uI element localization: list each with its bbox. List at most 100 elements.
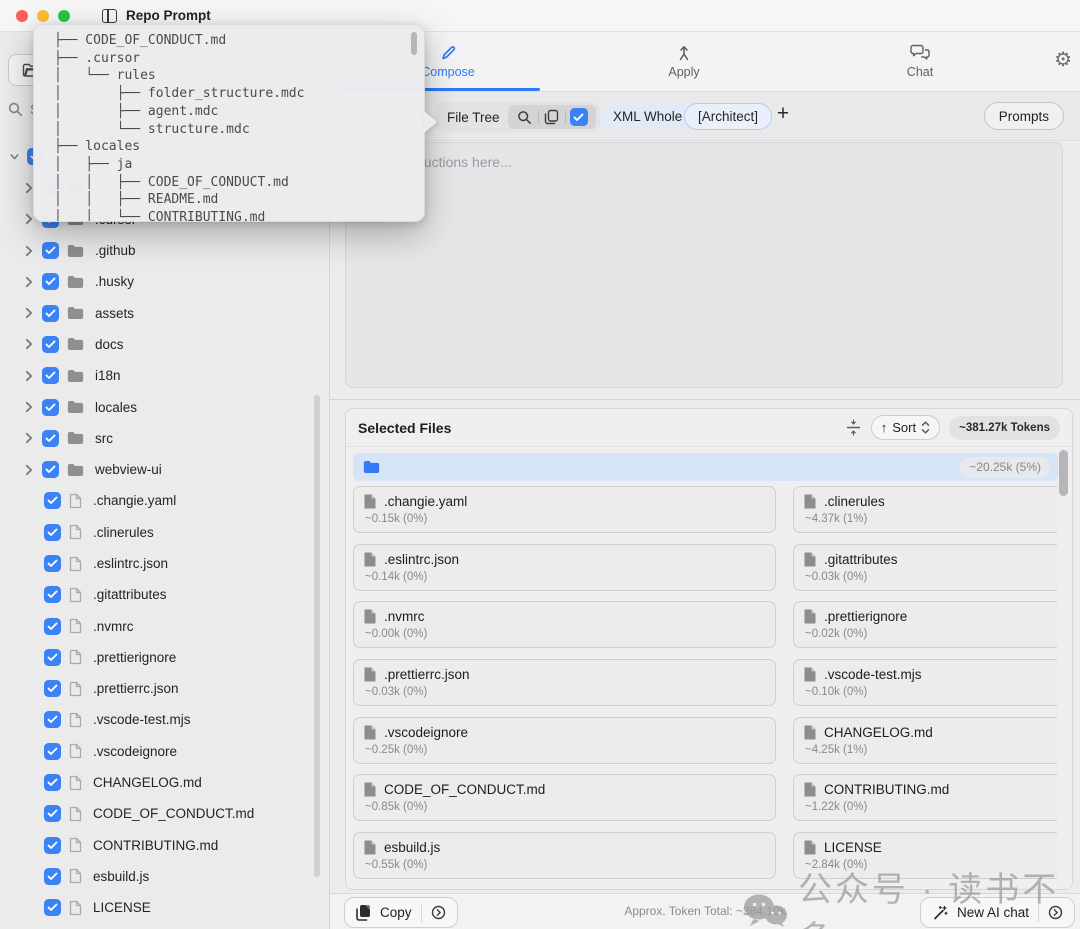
file-tree-checkbox[interactable] [566,106,592,128]
close-traffic-light[interactable] [16,10,28,22]
xml-whole-pill[interactable]: XML Whole [600,103,695,130]
checkbox-checked[interactable] [44,555,61,572]
file-card[interactable]: CONTRIBUTING.md ~1.22k (0%) [793,774,1057,821]
checkbox-checked[interactable] [44,586,61,603]
tree-row-folder[interactable]: i18n [0,360,329,391]
tree-row-file[interactable]: CONTRIBUTING.md [0,830,329,861]
chevron-right-icon[interactable] [25,338,34,350]
chevron-right-icon[interactable] [25,401,34,413]
prompts-button[interactable]: Prompts [984,102,1064,130]
checkbox-checked[interactable] [42,336,59,353]
checkbox-checked[interactable] [42,367,59,384]
file-card-tokens: ~0.03k (0%) [805,571,1057,583]
tree-item-label: .vscode-test.mjs [93,712,191,727]
tree-row-folder[interactable]: src [0,423,329,454]
tree-row-file[interactable]: .gitattributes [0,579,329,610]
new-ai-chat-button[interactable]: New AI chat [920,897,1075,928]
tab-chat[interactable]: Chat [802,32,1038,91]
checkbox-checked[interactable] [42,430,59,447]
checkbox-checked[interactable] [44,899,61,916]
copy-button[interactable]: Copy [344,897,458,928]
chevron-right-icon[interactable] [25,245,34,257]
file-tree-pill[interactable]: File Tree [436,102,600,132]
tree-row-file[interactable]: .eslintrc.json [0,548,329,579]
tree-row-file[interactable]: .prettierignore [0,642,329,673]
tree-row-file[interactable]: .nvmrc [0,610,329,641]
tree-row-folder[interactable]: locales [0,391,329,422]
file-card[interactable]: .gitattributes ~0.03k (0%) [793,544,1057,591]
checkbox-checked[interactable] [44,743,61,760]
search-icon[interactable] [512,106,538,128]
tree-row-file[interactable]: CHANGELOG.md [0,767,329,798]
checkbox-checked[interactable] [44,649,61,666]
checkbox-checked[interactable] [42,273,59,290]
tree-row-folder[interactable]: assets [0,297,329,328]
file-card-tokens: ~0.14k (0%) [365,571,765,583]
checkbox-checked[interactable] [44,837,61,854]
sort-button[interactable]: ↑ Sort [871,415,940,440]
file-card[interactable]: CHANGELOG.md ~4.25k (1%) [793,717,1057,764]
tree-row-file[interactable]: .vscode-test.mjs [0,704,329,735]
checkbox-checked[interactable] [42,305,59,322]
tree-row-file[interactable]: esbuild.js [0,861,329,892]
architect-pill[interactable]: [Architect] [684,103,772,130]
document-filled-icon [804,840,816,855]
root-folder-row-selected[interactable]: ~20.25k (5%) [353,453,1058,481]
file-card[interactable]: esbuild.js ~0.55k (0%) [353,832,776,879]
chevron-right-icon[interactable] [25,307,34,319]
checkbox-checked[interactable] [42,242,59,259]
file-card[interactable]: .vscodeignore ~0.25k (0%) [353,717,776,764]
file-card[interactable]: .nvmrc ~0.00k (0%) [353,601,776,648]
checkbox-checked[interactable] [44,774,61,791]
checkbox-checked[interactable] [44,680,61,697]
copy-options-icon[interactable] [431,905,446,920]
settings-gear-icon[interactable]: ⚙ [1054,50,1072,70]
tree-row-file[interactable]: .vscodeignore [0,736,329,767]
checkbox-checked[interactable] [44,805,61,822]
chevron-right-icon[interactable] [25,464,34,476]
file-card[interactable]: .changie.yaml ~0.15k (0%) [353,486,776,533]
zoom-traffic-light[interactable] [58,10,70,22]
file-card[interactable]: .prettierrc.json ~0.03k (0%) [353,659,776,706]
popover-tree-line: │ └── rules [54,67,424,85]
tree-row-file[interactable]: .prettierrc.json [0,673,329,704]
checkbox-checked[interactable] [44,868,61,885]
folder-icon [67,463,84,477]
tree-row-file[interactable]: CODE_OF_CONDUCT.md [0,798,329,829]
checkbox-checked[interactable] [42,399,59,416]
split-view-icon[interactable] [845,419,862,436]
minimize-traffic-light[interactable] [37,10,49,22]
checkbox-checked[interactable] [42,461,59,478]
file-card[interactable]: LICENSE ~2.84k (0%) [793,832,1057,879]
copy-pages-icon[interactable] [539,106,565,128]
popover-scrollbar-thumb[interactable] [411,32,417,55]
tree-row-folder[interactable]: .github [0,235,329,266]
checkbox-checked[interactable] [44,711,61,728]
tab-apply[interactable]: Apply [566,32,802,91]
sidebar-scrollbar-thumb[interactable] [314,395,320,877]
chat-options-icon[interactable] [1048,905,1063,920]
chevron-right-icon[interactable] [25,370,34,382]
file-card[interactable]: .clinerules ~4.37k (1%) [793,486,1057,533]
file-card[interactable]: CODE_OF_CONDUCT.md ~0.85k (0%) [353,774,776,821]
tree-row-file[interactable]: .changie.yaml [0,485,329,516]
tree-row-file[interactable]: LICENSE [0,892,329,923]
file-card[interactable]: .eslintrc.json ~0.14k (0%) [353,544,776,591]
folder-icon [67,244,84,258]
tree-row-folder[interactable]: webview-ui [0,454,329,485]
tree-row-folder[interactable]: docs [0,329,329,360]
chevron-right-icon[interactable] [25,276,34,288]
checkbox-checked[interactable] [44,618,61,635]
tree-row-folder[interactable]: .husky [0,266,329,297]
checkbox-checked[interactable] [44,524,61,541]
selected-files-scrollbar-thumb[interactable] [1059,450,1068,496]
tree-row-file[interactable]: .clinerules [0,517,329,548]
file-card[interactable]: .vscode-test.mjs ~0.10k (0%) [793,659,1057,706]
file-card[interactable]: .prettierignore ~0.02k (0%) [793,601,1057,648]
document-filled-icon [364,552,376,567]
chevron-down-icon[interactable] [10,153,19,161]
instructions-input[interactable]: Enter instructions here... [345,142,1063,388]
checkbox-checked[interactable] [44,492,61,509]
chevron-right-icon[interactable] [25,432,34,444]
add-prompt-button[interactable]: + [770,102,796,126]
